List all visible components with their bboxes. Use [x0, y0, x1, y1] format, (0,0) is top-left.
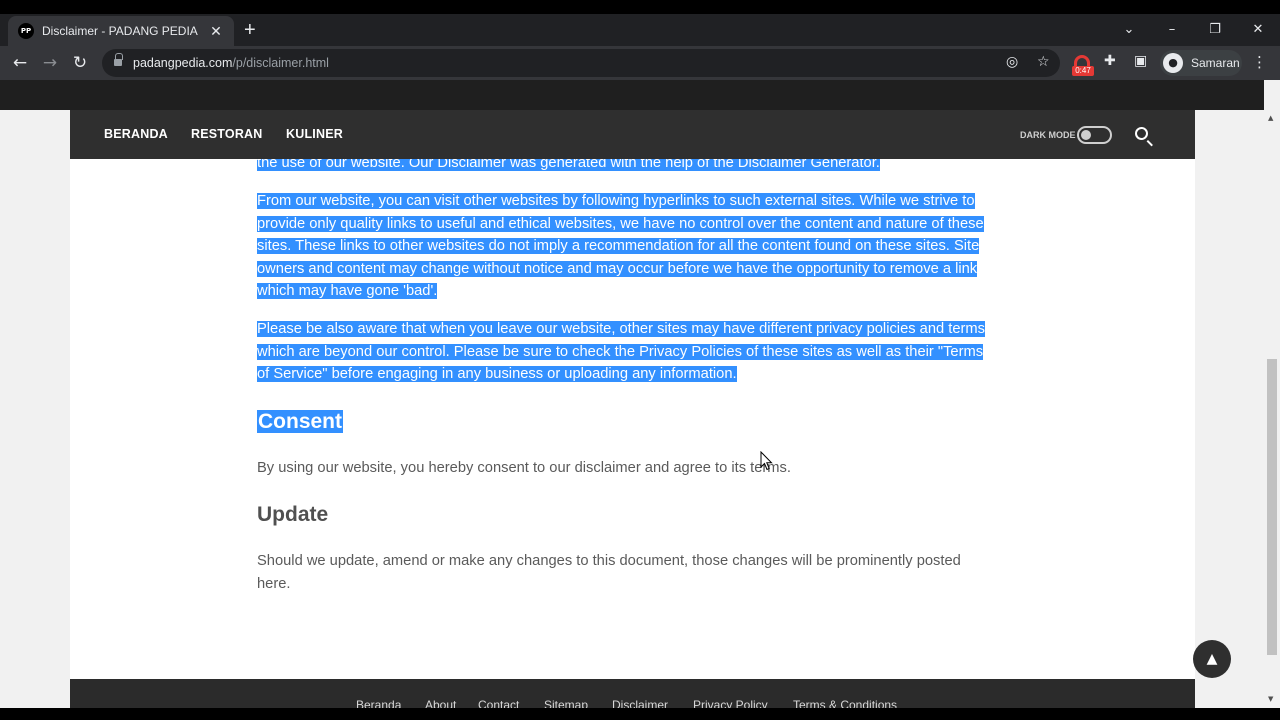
consent-text: By using our website, you hereby consent… — [257, 460, 791, 476]
profile-name: Samaran — [1191, 56, 1240, 70]
text-line: sites. These links to other websites do … — [257, 238, 980, 254]
heading-update: Update — [257, 503, 329, 526]
url-text[interactable]: padangpedia.com/p/disclaimer.html — [133, 56, 329, 70]
mouse-cursor-icon — [760, 451, 773, 471]
restore-icon[interactable]: ❐ — [1205, 22, 1225, 37]
update-text: Should we update, amend or make any chan… — [257, 550, 1001, 595]
dark-mode-toggle[interactable] — [1077, 126, 1112, 144]
new-tab-icon[interactable]: + — [244, 20, 256, 40]
text-line: here. — [257, 575, 291, 592]
timer-extension-icon[interactable]: 0:47 — [1072, 55, 1094, 76]
nav-link-beranda[interactable]: BERANDA — [104, 127, 168, 141]
text-line: From our website, you can visit other we… — [257, 193, 975, 209]
page-top-band — [0, 80, 1264, 110]
lock-icon[interactable] — [114, 53, 123, 67]
side-panel-icon[interactable]: ▣ — [1134, 53, 1147, 69]
site-favicon-icon: PP — [18, 23, 34, 39]
footer-link-disclaimer[interactable]: Disclaimer — [612, 698, 668, 708]
site-navbar: BERANDA RESTORAN KULINER DARK MODE — [70, 110, 1195, 159]
screen-bottom-edge — [0, 708, 1280, 720]
footer-link-beranda[interactable]: Beranda — [356, 698, 401, 708]
tab-close-icon[interactable]: ✕ — [208, 23, 224, 40]
text-line: which may have gone 'bad'. — [257, 283, 438, 299]
bookmark-star-icon[interactable]: ☆ — [1037, 54, 1050, 70]
scroll-up-arrow-icon[interactable]: ▲ — [1268, 114, 1273, 122]
reload-icon[interactable]: ↻ — [69, 52, 91, 74]
dark-mode-label: DARK MODE — [1020, 130, 1076, 140]
tab-strip: PP Disclaimer - PADANG PEDIA ✕ + ⌄ – ❐ ✕ — [0, 14, 1280, 46]
footer-link-privacy-policy[interactable]: Privacy Policy — [693, 698, 768, 708]
text-line: provide only quality links to useful and… — [257, 215, 984, 232]
text-line: Should we update, amend or make any chan… — [257, 553, 961, 569]
extensions-puzzle-icon[interactable]: ✚ — [1104, 53, 1116, 69]
page-scrollbar[interactable]: ▲ ▼ — [1264, 110, 1280, 708]
menu-kebab-icon[interactable]: ⋮ — [1252, 53, 1267, 71]
profile-button[interactable]: ● Samaran — [1160, 50, 1242, 76]
footer-link-contact[interactable]: Contact — [478, 698, 519, 708]
heading-consent: Consent — [257, 410, 343, 433]
forward-icon[interactable]: → — [39, 52, 61, 74]
scroll-down-arrow-icon[interactable]: ▼ — [1268, 695, 1273, 703]
text-line: of Service" before engaging in any busin… — [257, 366, 737, 382]
screen-top-edge — [0, 0, 1280, 14]
window-close-icon[interactable]: ✕ — [1248, 22, 1268, 37]
browser-tab[interactable]: PP Disclaimer - PADANG PEDIA ✕ — [8, 16, 234, 46]
timer-badge: 0:47 — [1072, 66, 1094, 76]
tab-title: Disclaimer - PADANG PEDIA — [42, 24, 198, 38]
page-viewport: BERANDA RESTORAN KULINER DARK MODE the u… — [0, 80, 1280, 708]
back-icon[interactable]: ← — [9, 52, 31, 74]
site-footer: Beranda About Contact Sitemap Disclaimer… — [70, 679, 1195, 708]
incognito-avatar-icon: ● — [1163, 53, 1183, 73]
footer-link-about[interactable]: About — [425, 698, 456, 708]
footer-link-sitemap[interactable]: Sitemap — [544, 698, 588, 708]
nav-link-kuliner[interactable]: KULINER — [286, 127, 343, 141]
footer-link-terms[interactable]: Terms & Conditions — [793, 698, 897, 708]
tab-search-chevron-icon[interactable]: ⌄ — [1119, 22, 1139, 37]
paragraph-privacy: Please be also aware that when you leave… — [257, 318, 1001, 386]
nav-link-restoran[interactable]: RESTORAN — [191, 127, 263, 141]
scrollbar-thumb[interactable] — [1267, 359, 1277, 655]
address-bar[interactable]: padangpedia.com/p/disclaimer.html ◎ ☆ — [102, 49, 1060, 77]
minimize-icon[interactable]: – — [1162, 22, 1182, 37]
text-line: Please be also aware that when you leave… — [257, 321, 985, 337]
browser-toolbar: ← → ↻ padangpedia.com/p/disclaimer.html … — [0, 46, 1280, 80]
text-line: which are beyond our control. Please be … — [257, 343, 984, 360]
eye-off-icon[interactable]: ◎ — [1006, 54, 1018, 70]
text-line: owners and content may change without no… — [257, 260, 978, 277]
search-icon[interactable] — [1135, 127, 1148, 140]
paragraph-external-links: From our website, you can visit other we… — [257, 190, 1001, 303]
back-to-top-button[interactable]: ▲ — [1193, 640, 1231, 678]
